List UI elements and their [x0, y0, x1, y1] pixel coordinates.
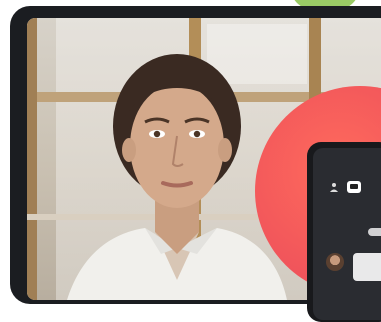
message-line	[368, 228, 381, 236]
person-icon[interactable]	[327, 181, 341, 193]
phone-screen	[313, 148, 381, 320]
avatar	[326, 253, 344, 271]
message-bubble	[353, 253, 381, 281]
chat-icon[interactable]	[347, 181, 361, 193]
phone-frame	[307, 142, 381, 322]
